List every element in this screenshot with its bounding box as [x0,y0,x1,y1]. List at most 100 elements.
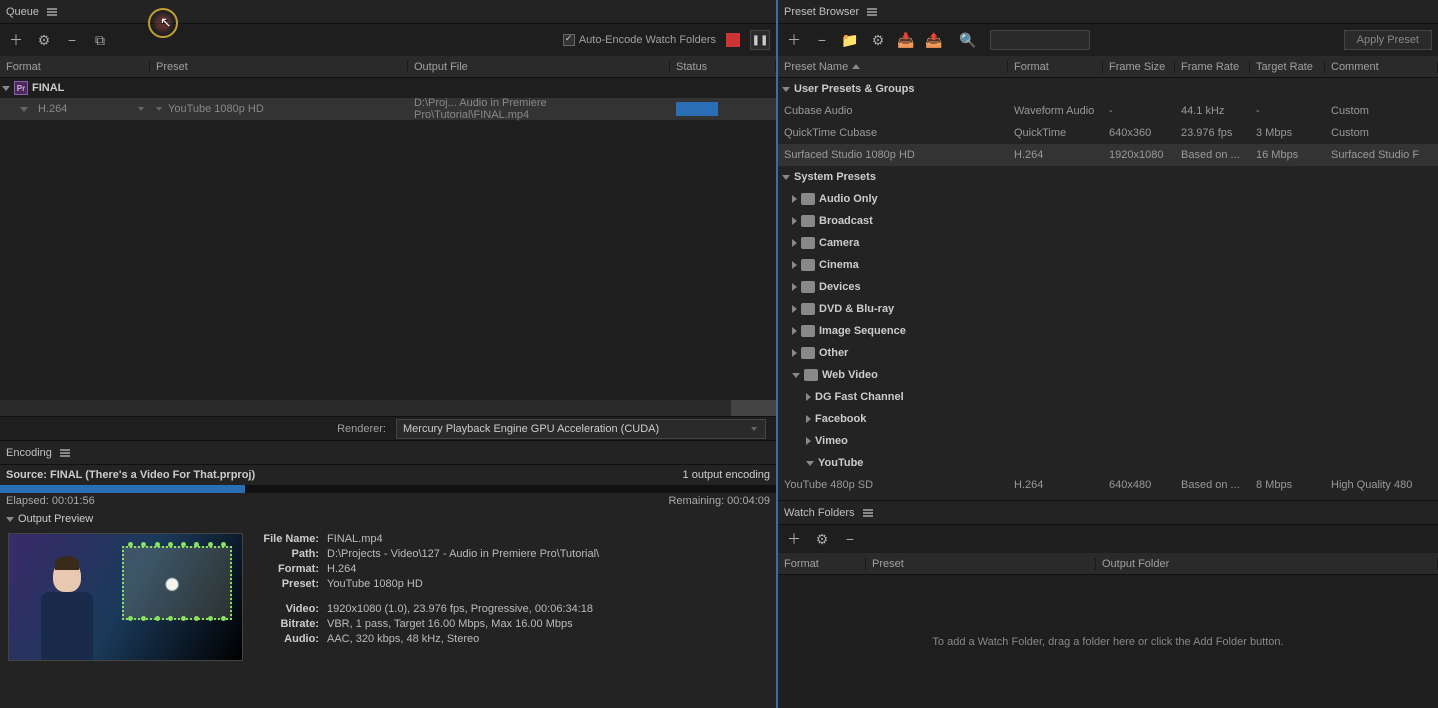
category-row[interactable]: Web Video [778,364,1438,386]
preset-row[interactable]: Cubase AudioWaveform Audio-44.1 kHz-Cust… [778,100,1438,122]
pb-col-format[interactable]: Format [1008,61,1103,73]
expand-icon[interactable] [792,327,797,335]
preset-row[interactable]: YouTube 480p SDH.264640x480Based on ...8… [778,474,1438,496]
format-select-icon[interactable] [138,107,144,111]
category-icon [801,259,815,271]
meta-format-label: Format: [259,563,319,575]
system-presets-group[interactable]: System Presets [778,166,1438,188]
category-row[interactable]: Image Sequence [778,320,1438,342]
expand-icon[interactable] [792,373,800,378]
col-status[interactable]: Status [670,61,776,73]
subcategory-row[interactable]: Facebook [778,408,1438,430]
watch-folders-menu-icon[interactable] [863,508,873,518]
queue-group-row[interactable]: Pr FINAL [0,78,776,98]
wf-col-format[interactable]: Format [778,558,866,570]
preset-targetrate: - [1250,105,1325,117]
pb-col-framerate[interactable]: Frame Rate [1175,61,1250,73]
expand-icon[interactable] [792,349,797,357]
import-preset-button[interactable]: 📥 [896,30,916,50]
expand-icon[interactable] [792,239,797,247]
category-row[interactable]: Camera [778,232,1438,254]
stop-button[interactable] [726,33,740,47]
col-format[interactable]: Format [0,61,150,73]
queue-item-row[interactable]: H.264 YouTube 1080p HD D:\Proj... Audio … [0,98,776,120]
col-output[interactable]: Output File [408,61,670,73]
expand-icon[interactable] [806,437,811,445]
category-row[interactable]: DVD & Blu-ray [778,298,1438,320]
export-preset-button[interactable]: 📤 [924,30,944,50]
queue-item-output[interactable]: D:\Proj... Audio in Premiere Pro\Tutoria… [414,97,664,121]
pb-col-name[interactable]: Preset Name [778,61,1008,73]
auto-encode-checkbox[interactable] [563,34,575,46]
add-watch-folder-button[interactable]: ＋ [784,529,804,549]
pb-col-targetrate[interactable]: Target Rate [1250,61,1325,73]
preset-row[interactable]: Surfaced Studio 1080p HDH.2641920x1080Ba… [778,144,1438,166]
preset-row[interactable]: QuickTime CubaseQuickTime640x36023.976 f… [778,122,1438,144]
category-row[interactable]: Broadcast [778,210,1438,232]
output-preview-label: Output Preview [18,513,93,525]
add-source-button[interactable]: ＋ [6,30,26,50]
category-label: Audio Only [819,193,878,205]
new-preset-button[interactable]: ＋ [784,30,804,50]
encoding-panel-header: Encoding [0,441,776,465]
queue-panel-header: Queue [0,0,776,24]
expand-icon[interactable] [792,195,797,203]
encoding-panel: Encoding Source: FINAL (There's a Video … [0,440,776,708]
remove-button[interactable]: − [62,30,82,50]
wf-col-preset[interactable]: Preset [866,558,1096,570]
expand-icon[interactable] [792,305,797,313]
remove-watch-folder-button[interactable]: − [840,529,860,549]
user-presets-group[interactable]: User Presets & Groups [778,78,1438,100]
output-preview-header[interactable]: Output Preview [0,509,776,529]
subcategory-row[interactable]: Vimeo [778,430,1438,452]
preview-expand-icon[interactable] [6,517,14,522]
pause-button[interactable]: ❚❚ [750,30,770,50]
new-group-button[interactable]: 📁 [840,30,860,50]
category-icon [801,193,815,205]
preview-thumbnail [8,533,243,661]
expand-icon[interactable] [782,87,790,92]
expand-icon[interactable] [806,461,814,466]
sort-asc-icon [852,64,860,69]
expand-icon[interactable] [792,261,797,269]
renderer-label: Renderer: [337,423,386,435]
watch-settings-button[interactable]: ⚙ [812,529,832,549]
preset-name: YouTube 480p SD [778,479,1008,491]
preset-tree: User Presets & Groups Cubase AudioWavefo… [778,78,1438,500]
preset-browser-menu-icon[interactable] [867,7,877,17]
expand-icon[interactable] [806,415,811,423]
preset-select-icon[interactable] [156,107,162,111]
encoding-menu-icon[interactable] [60,448,70,458]
expand-icon[interactable] [2,86,10,91]
category-row[interactable]: Other [778,342,1438,364]
renderer-dropdown[interactable]: Mercury Playback Engine GPU Acceleration… [396,419,766,439]
pb-col-framesize[interactable]: Frame Size [1103,61,1175,73]
duplicate-button[interactable]: ⧉ [90,30,110,50]
encoding-metadata: File Name:FINAL.mp4 Path:D:\Projects - V… [259,533,599,661]
preset-name: QuickTime Cubase [778,127,1008,139]
preset-framesize: 640x480 [1103,479,1175,491]
queue-menu-icon[interactable] [47,7,57,17]
format-dropdown-icon[interactable] [20,107,28,112]
subcategory-row[interactable]: YouTube [778,452,1438,474]
subcategory-row[interactable]: DG Fast Channel [778,386,1438,408]
queue-scrollbar[interactable] [0,400,776,416]
expand-icon[interactable] [806,393,811,401]
category-row[interactable]: Cinema [778,254,1438,276]
category-icon [801,281,815,293]
expand-icon[interactable] [782,175,790,180]
expand-icon[interactable] [792,217,797,225]
pb-col-comment[interactable]: Comment [1325,61,1438,73]
apply-preset-button[interactable]: Apply Preset [1344,30,1432,50]
category-label: Other [819,347,848,359]
col-preset[interactable]: Preset [150,61,408,73]
category-row[interactable]: Devices [778,276,1438,298]
search-input[interactable] [990,30,1090,50]
search-icon: 🔍 [958,30,978,50]
delete-preset-button[interactable]: − [812,30,832,50]
wf-col-output[interactable]: Output Folder [1096,558,1438,570]
category-row[interactable]: Audio Only [778,188,1438,210]
settings-button[interactable]: ⚙ [34,30,54,50]
expand-icon[interactable] [792,283,797,291]
preset-settings-button[interactable]: ⚙ [868,30,888,50]
